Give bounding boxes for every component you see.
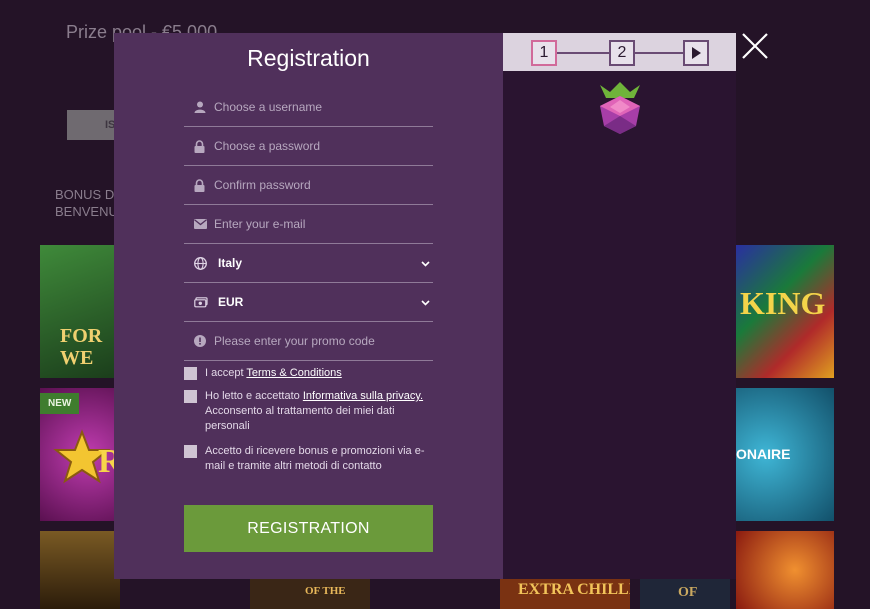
tile-caption: OF THE bbox=[305, 585, 346, 597]
email-field[interactable]: Enter your e-mail bbox=[184, 205, 433, 244]
step-connector bbox=[635, 52, 683, 54]
registration-modal: Registration Choose a username Choose a … bbox=[114, 33, 736, 579]
privacy-text: Ho letto e accettato Informativa sulla p… bbox=[205, 389, 433, 434]
username-field[interactable]: Choose a username bbox=[184, 88, 433, 127]
password-field[interactable]: Choose a password bbox=[184, 127, 433, 166]
tile-caption: OF bbox=[678, 585, 698, 600]
lock-icon bbox=[184, 139, 214, 153]
promo-placeholder: Please enter your promo code bbox=[214, 334, 375, 348]
marketing-text: Accetto di ricevere bonus e promozioni v… bbox=[205, 445, 425, 472]
confirm-password-placeholder: Confirm password bbox=[214, 178, 311, 192]
game-tile[interactable] bbox=[736, 531, 834, 609]
username-placeholder: Choose a username bbox=[214, 100, 323, 114]
new-badge: NEW bbox=[40, 393, 80, 414]
user-icon bbox=[184, 101, 214, 113]
game-tile[interactable]: OF bbox=[640, 579, 730, 609]
privacy-prefix: Ho letto e accettato bbox=[205, 390, 300, 402]
step-2[interactable]: 2 bbox=[609, 40, 635, 66]
game-tile[interactable]: KING bbox=[736, 245, 834, 378]
chevron-down-icon bbox=[421, 254, 430, 272]
terms-prefix: I accept bbox=[205, 367, 244, 379]
terms-link[interactable]: Terms & Conditions bbox=[246, 367, 341, 379]
money-icon bbox=[184, 296, 214, 308]
bonus-line-2: BENVENU bbox=[55, 204, 118, 219]
game-tile[interactable]: NEW R bbox=[40, 388, 120, 521]
terms-text: I accept Terms & Conditions bbox=[205, 366, 342, 381]
game-tile[interactable]: ONAIRE bbox=[736, 388, 834, 521]
step-next[interactable] bbox=[683, 40, 709, 66]
promo-code-field[interactable]: Please enter your promo code bbox=[184, 322, 433, 361]
modal-title: Registration bbox=[247, 45, 370, 71]
privacy-rest: Acconsento al trattamento dei miei dati … bbox=[205, 405, 395, 432]
tile-caption: EXTRA CHILLI bbox=[518, 581, 630, 598]
step-1[interactable]: 1 bbox=[531, 40, 557, 66]
marketing-checkbox-row: Accetto di ricevere bonus e promozioni v… bbox=[184, 444, 433, 474]
tile-caption: KING bbox=[740, 285, 826, 321]
privacy-checkbox-row: Ho letto e accettato Informativa sulla p… bbox=[184, 389, 433, 434]
lock-icon bbox=[184, 178, 214, 192]
password-placeholder: Choose a password bbox=[214, 139, 321, 153]
game-tile[interactable]: EXTRA CHILLI bbox=[500, 579, 630, 609]
country-select[interactable]: Italy bbox=[184, 244, 433, 283]
game-tile[interactable] bbox=[40, 531, 120, 609]
info-icon bbox=[184, 335, 214, 347]
registration-button[interactable]: REGISTRATION bbox=[184, 505, 433, 552]
step-connector bbox=[557, 52, 609, 54]
currency-value: EUR bbox=[218, 295, 244, 309]
raspberry-logo-icon bbox=[600, 82, 640, 134]
registration-form: Registration Choose a username Choose a … bbox=[114, 33, 503, 579]
game-tile[interactable]: FOR WE bbox=[40, 245, 120, 378]
terms-checkbox-row: I accept Terms & Conditions bbox=[184, 366, 433, 381]
currency-select[interactable]: EUR bbox=[184, 283, 433, 322]
tile-caption: ONAIRE bbox=[736, 446, 791, 462]
globe-icon bbox=[184, 256, 214, 270]
country-value: Italy bbox=[218, 256, 243, 270]
close-icon[interactable] bbox=[740, 31, 770, 61]
confirm-password-field[interactable]: Confirm password bbox=[184, 166, 433, 205]
email-placeholder: Enter your e-mail bbox=[214, 217, 306, 231]
marketing-checkbox[interactable] bbox=[184, 445, 197, 458]
side-panel: 1 2 bbox=[503, 33, 736, 579]
play-icon bbox=[692, 47, 701, 59]
bonus-line-1: BONUS D bbox=[55, 187, 115, 202]
tile-caption: FOR WE bbox=[60, 325, 103, 369]
stepper: 1 2 bbox=[503, 33, 736, 71]
privacy-link[interactable]: Informativa sulla privacy. bbox=[303, 390, 423, 402]
privacy-checkbox[interactable] bbox=[184, 390, 197, 403]
envelope-icon bbox=[184, 219, 214, 229]
chevron-down-icon bbox=[421, 293, 430, 311]
bonus-heading: BONUS D BENVENU bbox=[55, 186, 118, 220]
terms-checkbox[interactable] bbox=[184, 367, 197, 380]
game-tile[interactable]: OF THE bbox=[250, 579, 370, 609]
